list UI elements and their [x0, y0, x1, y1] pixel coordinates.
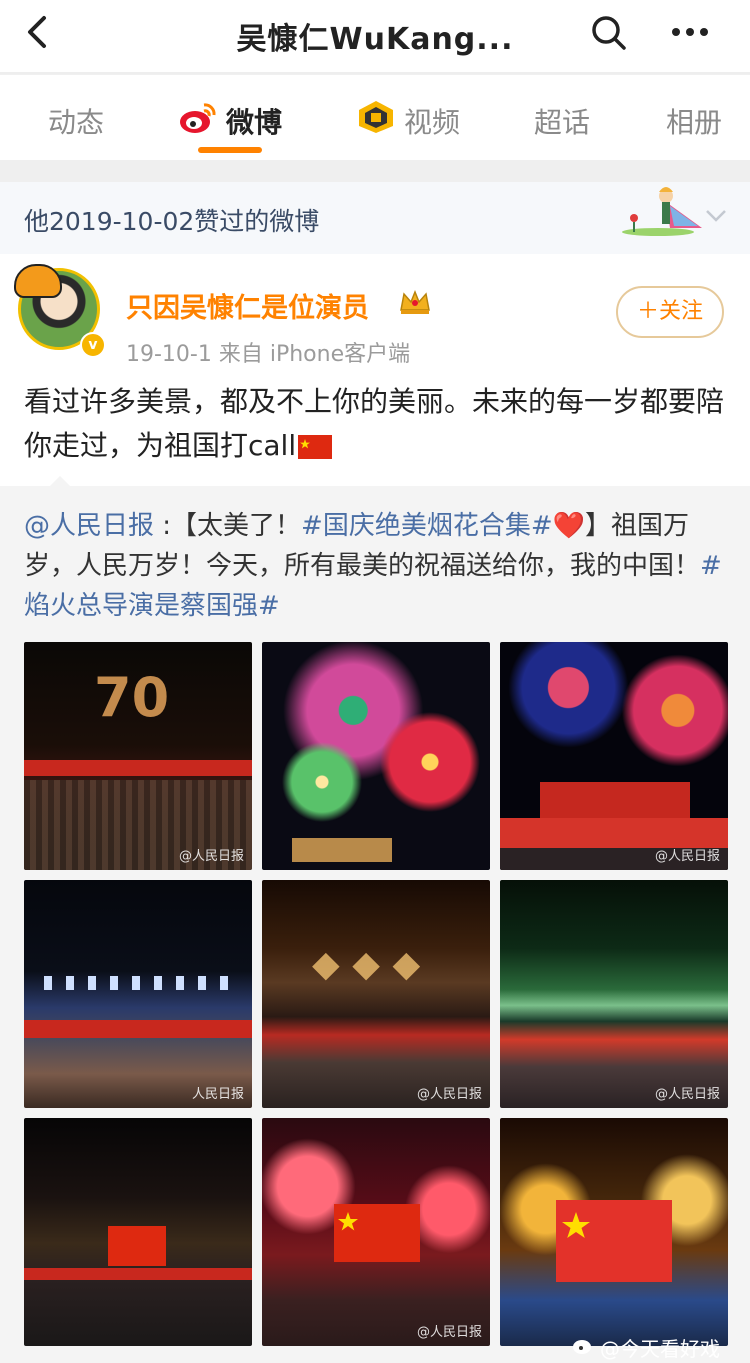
grid-image-2[interactable]: [262, 642, 490, 870]
more-options-icon[interactable]: [668, 14, 712, 50]
image-watermark: @人民日报: [416, 1087, 482, 1102]
grid-image-1[interactable]: 70 @人民日报: [24, 642, 252, 870]
china-flag-icon: [108, 1226, 166, 1266]
grid-image-6[interactable]: @人民日报: [500, 880, 728, 1108]
tab-video[interactable]: 视频: [404, 101, 460, 141]
weibo-logo-icon: [573, 1340, 591, 1354]
weibo-post: v 只因吴慷仁是位演员 19-10-1 来自 iPhone客户端 ＋关注 看过许…: [0, 254, 750, 486]
image-watermark: @人民日报: [654, 1087, 720, 1102]
page-title: 吴慷仁WuKang...: [236, 22, 514, 57]
chevron-down-icon[interactable]: [704, 206, 728, 226]
fireworks-text-icon: ◆ ◆ ◆: [312, 944, 421, 985]
video-icon: [359, 101, 393, 133]
reposted-content[interactable]: @人民日报 :【太美了！#国庆绝美烟花合集#❤️】祖国万岁，人民万岁！今天，所有…: [0, 486, 750, 1363]
repost-text-part: :【太美了！: [154, 511, 302, 541]
image-decoration: [24, 1268, 252, 1280]
image-watermark: 人民日报: [191, 1087, 244, 1102]
image-decoration: [380, 712, 480, 812]
active-tab-indicator: [198, 147, 262, 153]
china-flag-icon: [556, 1200, 672, 1282]
grid-image-7[interactable]: [24, 1118, 252, 1346]
post-username[interactable]: 只因吴慷仁是位演员: [126, 286, 369, 325]
tiger-frame-icon: [14, 264, 62, 298]
image-decoration: [282, 742, 362, 822]
crown-badge-icon: [400, 289, 430, 314]
weibo-logo-icon: [180, 103, 216, 133]
image-decoration: [24, 760, 252, 776]
image-watermark: @人民日报: [416, 1325, 482, 1340]
follow-button[interactable]: ＋关注: [616, 286, 724, 338]
image-decoration: [292, 838, 392, 862]
post-text: 看过许多美景，都及不上你的美丽。未来的每一岁都要陪你走过，为祖国打call: [24, 380, 724, 468]
china-flag-icon: [298, 435, 333, 459]
image-decoration: [500, 818, 728, 848]
tab-super-topic[interactable]: 超话: [534, 101, 590, 141]
china-flag-icon: [334, 1204, 420, 1262]
section-divider: [0, 160, 750, 182]
liked-banner-text: 他2019-10-02赞过的微博: [24, 207, 320, 236]
image-decoration: [540, 782, 690, 818]
image-decoration: [44, 976, 234, 990]
grid-image-9[interactable]: [500, 1118, 728, 1346]
back-arrow-icon[interactable]: [18, 12, 58, 52]
image-decoration: [24, 1020, 252, 1038]
post-meta: 19-10-1 来自 iPhone客户端: [126, 342, 411, 367]
heart-emoji: ❤️: [552, 511, 585, 541]
verified-badge-icon: v: [80, 332, 106, 358]
image-watermark: @人民日报: [178, 849, 244, 864]
image-watermark: @人民日报: [654, 849, 720, 864]
footer-watermark: @今天看好戏: [600, 1337, 720, 1361]
tab-dynamics[interactable]: 动态: [48, 101, 104, 141]
tab-weibo[interactable]: 微博: [226, 101, 282, 141]
grid-image-8[interactable]: @人民日报: [262, 1118, 490, 1346]
profile-tabs: 动态 微博 视频 超话 相册: [0, 74, 750, 161]
grid-image-5[interactable]: ◆ ◆ ◆ @人民日报: [262, 880, 490, 1108]
post-body: 看过许多美景，都及不上你的美丽。未来的每一岁都要陪你走过，为祖国打call: [24, 385, 725, 462]
top-bar: 吴慷仁WuKang...: [0, 0, 750, 72]
tab-album[interactable]: 相册: [666, 101, 722, 141]
hashtag-fireworks[interactable]: #国庆绝美烟花合集#: [301, 511, 553, 541]
repost-author-link[interactable]: @人民日报: [24, 511, 154, 541]
grid-image-4[interactable]: 人民日报: [24, 880, 252, 1108]
grid-image-3[interactable]: @人民日报: [500, 642, 728, 870]
search-icon[interactable]: [588, 12, 628, 52]
little-prince-illustration-icon: [622, 187, 702, 236]
fireworks-70-icon: 70: [94, 666, 170, 729]
repost-text: @人民日报 :【太美了！#国庆绝美烟花合集#❤️】祖国万岁，人民万岁！今天，所有…: [24, 506, 728, 626]
